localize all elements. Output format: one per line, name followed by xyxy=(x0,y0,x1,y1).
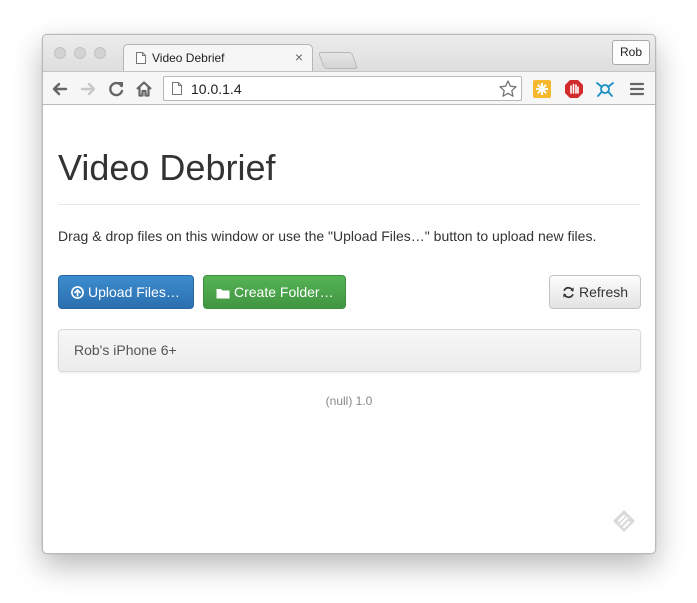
create-folder-button[interactable]: Create Folder… xyxy=(203,275,346,309)
zoom-window-button[interactable] xyxy=(94,47,106,59)
refresh-button[interactable]: Refresh xyxy=(549,275,641,309)
forward-arrow-icon[interactable] xyxy=(77,78,99,100)
menu-icon[interactable] xyxy=(626,78,648,100)
close-window-button[interactable] xyxy=(54,47,66,59)
address-bar[interactable]: 10.0.1.4 xyxy=(163,76,522,101)
page-title: Video Debrief xyxy=(58,147,276,188)
network-extension-icon[interactable] xyxy=(594,78,616,100)
back-arrow-icon[interactable] xyxy=(49,78,71,100)
upload-files-button[interactable]: Upload Files… xyxy=(58,275,194,309)
circle-arrow-up-icon xyxy=(71,286,84,299)
page-content: Video Debrief Drag & drop files on this … xyxy=(43,105,655,553)
intro-text: Drag & drop files on this window or use … xyxy=(58,228,597,244)
refresh-icon xyxy=(563,286,574,299)
tab-video-debrief[interactable]: Video Debrief × xyxy=(123,44,313,71)
reload-icon[interactable] xyxy=(105,78,127,100)
version-footer: (null) 1.0 xyxy=(325,394,373,408)
app-logo-icon xyxy=(613,510,635,532)
bookmark-star-icon[interactable] xyxy=(498,79,518,99)
create-folder-label: Create Folder… xyxy=(234,284,334,300)
list-item[interactable]: Rob's iPhone 6+ xyxy=(74,342,177,358)
adblock-stop-icon[interactable] xyxy=(563,78,585,100)
minimize-window-button[interactable] xyxy=(74,47,86,59)
upload-files-label: Upload Files… xyxy=(88,284,180,300)
tab-strip: Video Debrief × Rob xyxy=(43,35,655,71)
tab-close-icon[interactable]: × xyxy=(295,49,303,65)
page-icon xyxy=(172,82,182,95)
profile-button[interactable]: Rob xyxy=(612,40,650,65)
folder-icon xyxy=(216,289,230,299)
browser-window: Video Debrief × Rob 10.0.1.4 Video Debri… xyxy=(42,34,656,554)
divider xyxy=(58,204,640,205)
file-list: Rob's iPhone 6+ xyxy=(58,329,641,372)
browser-toolbar: 10.0.1.4 xyxy=(43,71,655,105)
home-icon[interactable] xyxy=(133,78,155,100)
url-text: 10.0.1.4 xyxy=(191,81,242,97)
refresh-label: Refresh xyxy=(579,284,629,300)
puzzle-extension-icon[interactable] xyxy=(531,78,553,100)
new-tab-button[interactable] xyxy=(317,52,359,69)
tab-title: Video Debrief xyxy=(152,51,225,65)
page-icon xyxy=(136,52,146,64)
